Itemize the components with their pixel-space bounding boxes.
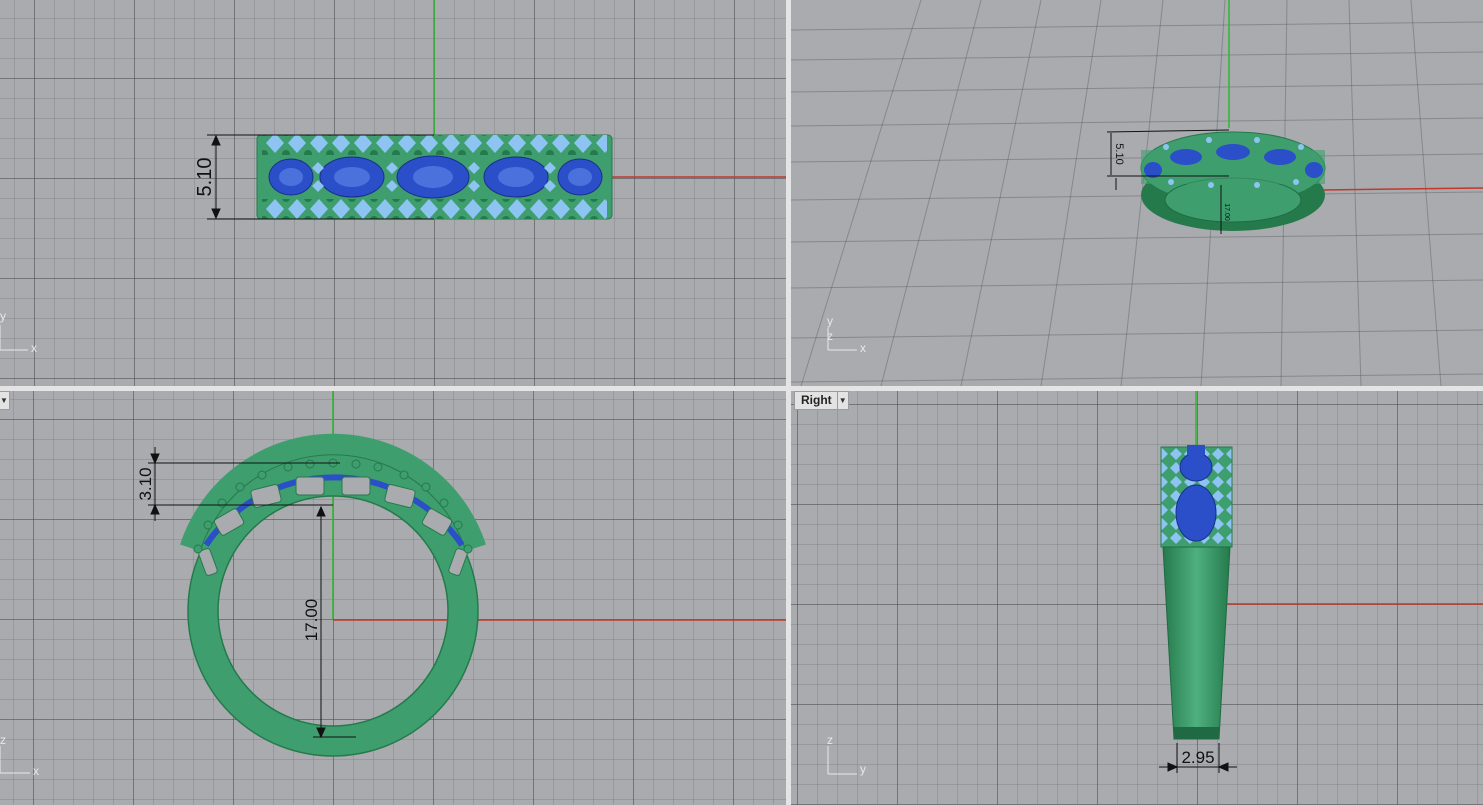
axis-label-x: x [31,341,37,355]
chevron-down-icon[interactable]: ▼ [836,392,848,409]
axis-label-x: x [860,341,866,355]
viewport-tab-front[interactable]: ▼ [0,391,10,410]
ring-profile-right [1160,445,1233,740]
world-axis-icon [827,746,857,775]
dimension-label-persp: 5.10 [1113,143,1125,164]
perspective-view-canvas: 5.10 17.00 x y z [791,0,1483,386]
viewport-tab-label: Right [801,393,832,407]
top-view-canvas: 5.10 x y [0,0,786,355]
axis-label-z: z [827,329,833,343]
dimension-label-front-diameter: 17.00 [302,599,321,642]
front-view-canvas: 3.10 17.00 x z [0,391,786,778]
viewport-divider-vertical[interactable] [786,0,791,805]
viewport-divider-horizontal[interactable] [0,386,1483,391]
viewport-top[interactable]: 5.10 x y [0,0,786,386]
dimension-label-persp-inner: 17.00 [1223,203,1230,221]
axis-label-x: x [33,764,39,778]
viewport-right[interactable]: 2.95 y z Right ▼ [791,391,1483,805]
axis-label-z: z [827,733,833,747]
perspective-grid [791,0,1483,386]
axis-label-y: y [827,314,833,328]
axis-label-y: y [0,309,6,323]
ring-band-top [256,134,613,220]
dimension-label-top: 5.10 [194,158,216,197]
chevron-down-icon[interactable]: ▼ [0,392,9,409]
axis-label-y: y [860,762,866,776]
ring-perspective [1140,131,1326,231]
dimension-label-front-top: 3.10 [136,467,155,500]
viewport-front[interactable]: 3.10 17.00 x z ▼ [0,391,786,805]
right-view-canvas: 2.95 y z [827,391,1483,776]
x-axis-line [1320,187,1483,191]
dimension-label-right: 2.95 [1181,748,1214,767]
axis-label-z: z [0,733,6,747]
viewport-perspective[interactable]: 5.10 17.00 x y z [791,0,1483,386]
viewport-tab-right[interactable]: Right ▼ [794,391,849,410]
world-axis-icon [0,325,28,351]
world-axis-icon [0,746,30,774]
